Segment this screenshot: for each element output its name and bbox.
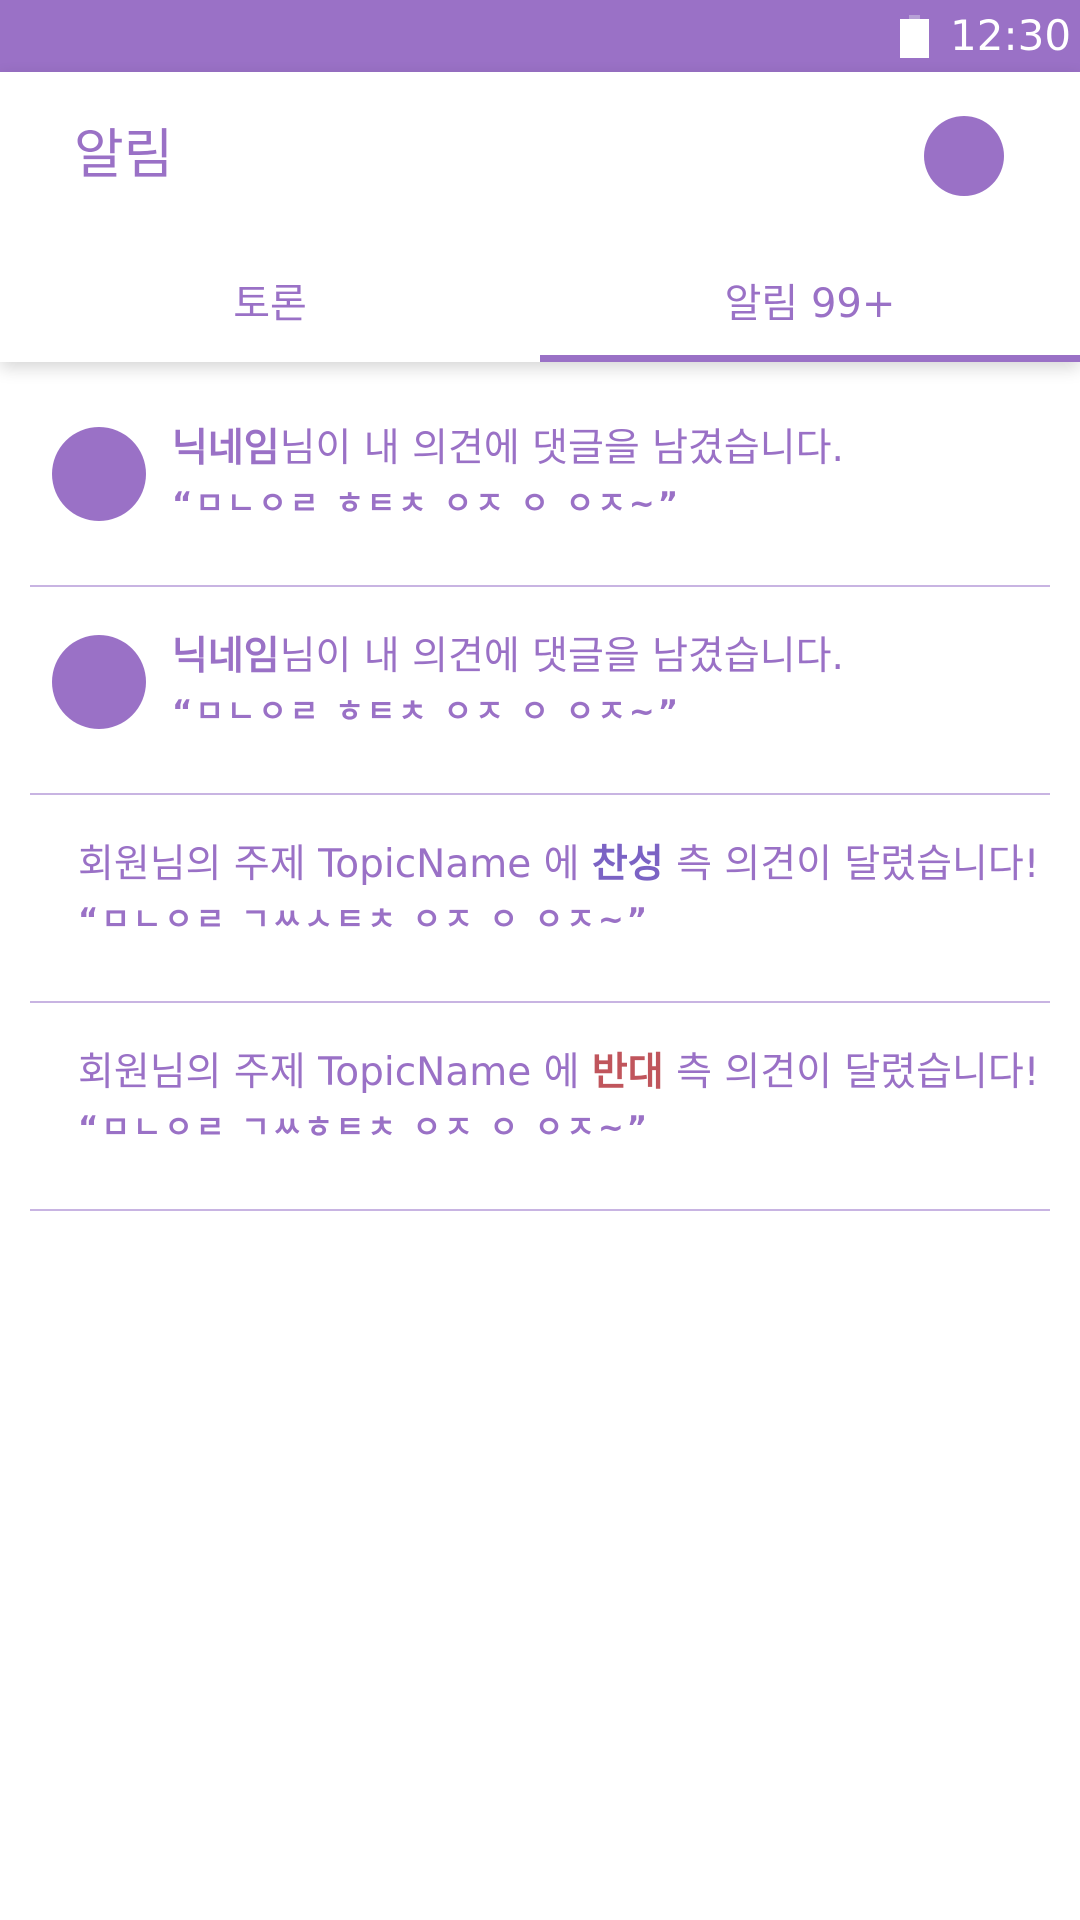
notification-item[interactable]: 닉네임님이 내 의견에 댓글을 남겼습니다. “ㅁㄴㅇㄹ ㅎㅌㅊ ㅇㅈ ㅇ ㅇㅈ… [30,587,1050,795]
message-prefix: 회원님의 주제 [78,842,319,887]
status-bar: 12:30 [0,0,1080,72]
comment-quote: “ㅁㄴㅇㄹ ㅎㅌㅊ ㅇㅈ ㅇ ㅇㅈ~” [172,694,682,730]
profile-avatar[interactable] [924,116,1004,196]
message-prefix: 회원님의 주제 [78,1050,319,1095]
topic-name: TopicName [318,1050,532,1095]
notification-item[interactable]: 회원님의 주제 TopicName 에 반대 측 의견이 달렸습니다! “ㅁㄴㅇ… [30,1003,1050,1211]
stance-pro: 찬성 [591,842,664,887]
app-bar: 알림 토론 알림 99+ [0,72,1080,362]
message-text: 님이 내 의견에 댓글을 남겼습니다. [279,634,844,679]
notification-message: 회원님의 주제 TopicName 에 반대 측 의견이 달렸습니다! [78,1047,1039,1099]
comment-quote: “ㅁㄴㅇㄹ ㄱㅆㅅㅌㅊ ㅇㅈ ㅇ ㅇㅈ~” [78,902,651,938]
battery-icon [900,15,929,58]
message-connector: 에 [531,1050,592,1095]
topic-name: TopicName [318,842,532,887]
user-avatar[interactable] [52,427,146,521]
notification-list: 닉네임님이 내 의견에 댓글을 남겼습니다. “ㅁㄴㅇㄹ ㅎㅌㅊ ㅇㅈ ㅇ ㅇㅈ… [0,379,1080,1211]
user-avatar[interactable] [52,635,146,729]
message-suffix: 측 의견이 달렸습니다! [663,1050,1040,1095]
tab-selected-indicator [540,355,1080,362]
tab-discussion[interactable]: 토론 [0,264,540,362]
tab-alerts-label: 알림 99+ [724,281,896,327]
message-connector: 에 [531,842,592,887]
notification-message: 닉네임님이 내 의견에 댓글을 남겼습니다. [172,631,844,683]
page-title: 알림 [74,123,174,186]
nickname: 닉네임 [172,634,280,679]
tab-alerts[interactable]: 알림 99+ [540,264,1080,362]
message-text: 님이 내 의견에 댓글을 남겼습니다. [279,426,844,471]
notification-item[interactable]: 닉네임님이 내 의견에 댓글을 남겼습니다. “ㅁㄴㅇㄹ ㅎㅌㅊ ㅇㅈ ㅇ ㅇㅈ… [30,379,1050,587]
notification-message: 회원님의 주제 TopicName 에 찬성 측 의견이 달렸습니다! [78,839,1039,891]
notification-message: 닉네임님이 내 의견에 댓글을 남겼습니다. [172,423,844,475]
notification-item[interactable]: 회원님의 주제 TopicName 에 찬성 측 의견이 달렸습니다! “ㅁㄴㅇ… [30,795,1050,1003]
stance-con: 반대 [591,1050,664,1095]
message-suffix: 측 의견이 달렸습니다! [663,842,1040,887]
comment-quote: “ㅁㄴㅇㄹ ㄱㅆㅎㅌㅊ ㅇㅈ ㅇ ㅇㅈ~” [78,1110,651,1146]
comment-quote: “ㅁㄴㅇㄹ ㅎㅌㅊ ㅇㅈ ㅇ ㅇㅈ~” [172,486,682,522]
tab-discussion-label: 토론 [233,281,307,327]
status-time: 12:30 [950,11,1072,60]
nickname: 닉네임 [172,426,280,471]
